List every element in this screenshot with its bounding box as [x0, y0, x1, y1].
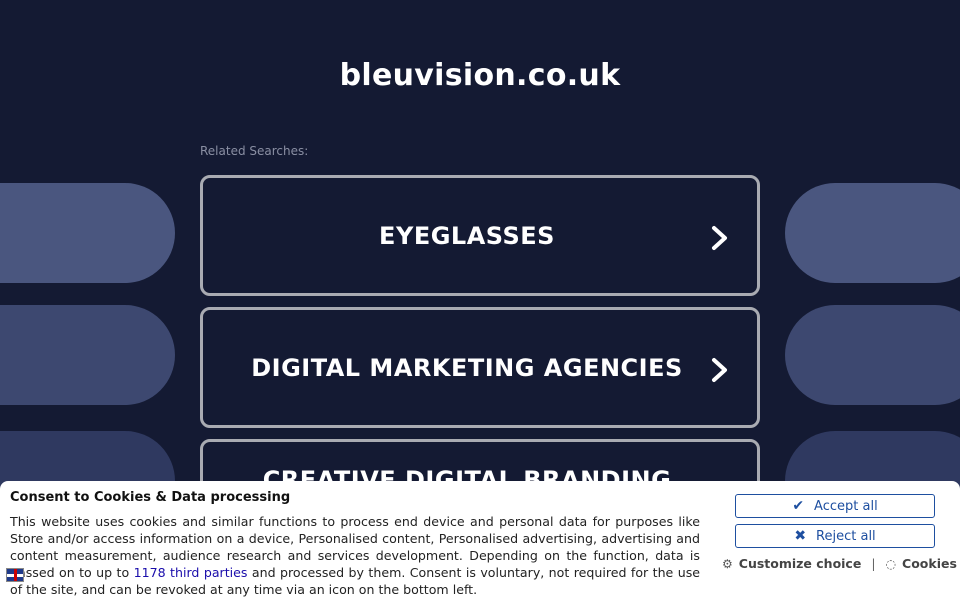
consent-title: Consent to Cookies & Data processing [10, 490, 291, 505]
search-link-eyeglasses[interactable]: EYEGLASSES [200, 175, 760, 296]
search-link-label: EYEGLASSES [379, 221, 555, 250]
language-flag-icon[interactable] [6, 568, 24, 582]
decorative-pill-right-2 [785, 305, 960, 405]
cookie-consent-banner: Consent to Cookies & Data processing Thi… [0, 481, 960, 600]
search-link-label: DIGITAL MARKETING AGENCIES [251, 353, 683, 382]
consent-text: This website uses cookies and similar fu… [10, 513, 700, 598]
chevron-right-icon [709, 357, 731, 382]
consent-footer-links: ⚙ Customize choice | ◌ Cookies [722, 556, 957, 571]
gear-icon: ⚙ [722, 556, 733, 571]
decorative-pill-left-1 [0, 183, 175, 283]
close-icon: ✖ [794, 528, 807, 544]
related-searches-label: Related Searches: [200, 144, 309, 158]
reject-all-button[interactable]: ✖ Reject all [735, 524, 935, 548]
reject-all-label: Reject all [816, 528, 876, 544]
checkmark-icon: ✔ [792, 498, 805, 514]
separator: | [871, 556, 876, 571]
cookies-link[interactable]: Cookies [902, 556, 957, 571]
decorative-pill-left-2 [0, 305, 175, 405]
accept-all-label: Accept all [814, 498, 878, 514]
cookie-icon: ◌ [885, 556, 897, 571]
domain-title: bleuvision.co.uk [339, 58, 621, 93]
search-link-digital-marketing-agencies[interactable]: DIGITAL MARKETING AGENCIES [200, 307, 760, 428]
decorative-pill-right-1 [785, 183, 960, 283]
chevron-right-icon [709, 225, 731, 250]
customize-choice-link[interactable]: Customize choice [739, 556, 862, 571]
third-parties-link[interactable]: 1178 third parties [134, 565, 248, 580]
accept-all-button[interactable]: ✔ Accept all [735, 494, 935, 518]
